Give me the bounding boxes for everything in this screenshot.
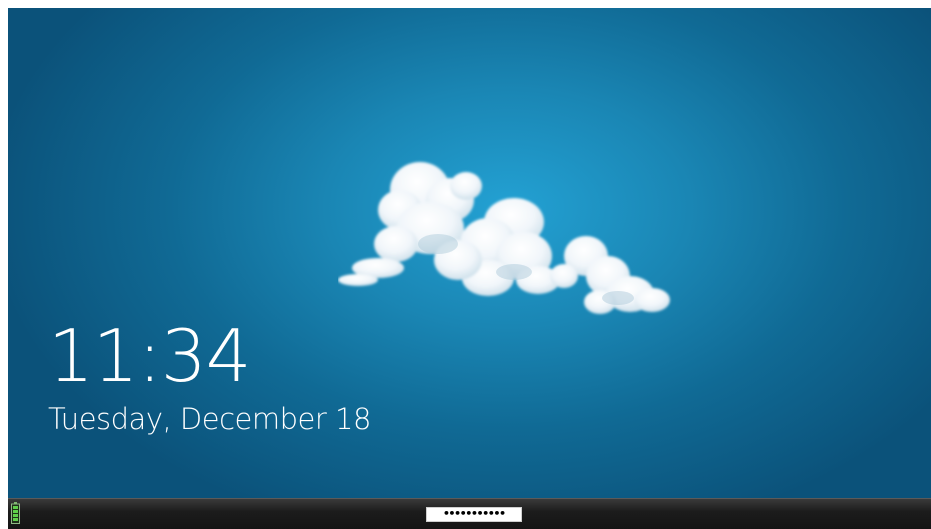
clock-time: 11:34: [48, 314, 251, 398]
password-field[interactable]: •••••••••••: [426, 507, 522, 522]
taskbar: •••••••••••: [8, 498, 931, 529]
cloud-icon: [338, 148, 678, 338]
lock-screen: 11:34 Tuesday, December 18 •••••••••••: [8, 8, 931, 529]
battery-icon[interactable]: [11, 502, 20, 524]
lock-screen-wallpaper[interactable]: 11:34 Tuesday, December 18: [8, 8, 931, 498]
clock-date: Tuesday, December 18: [48, 402, 371, 436]
